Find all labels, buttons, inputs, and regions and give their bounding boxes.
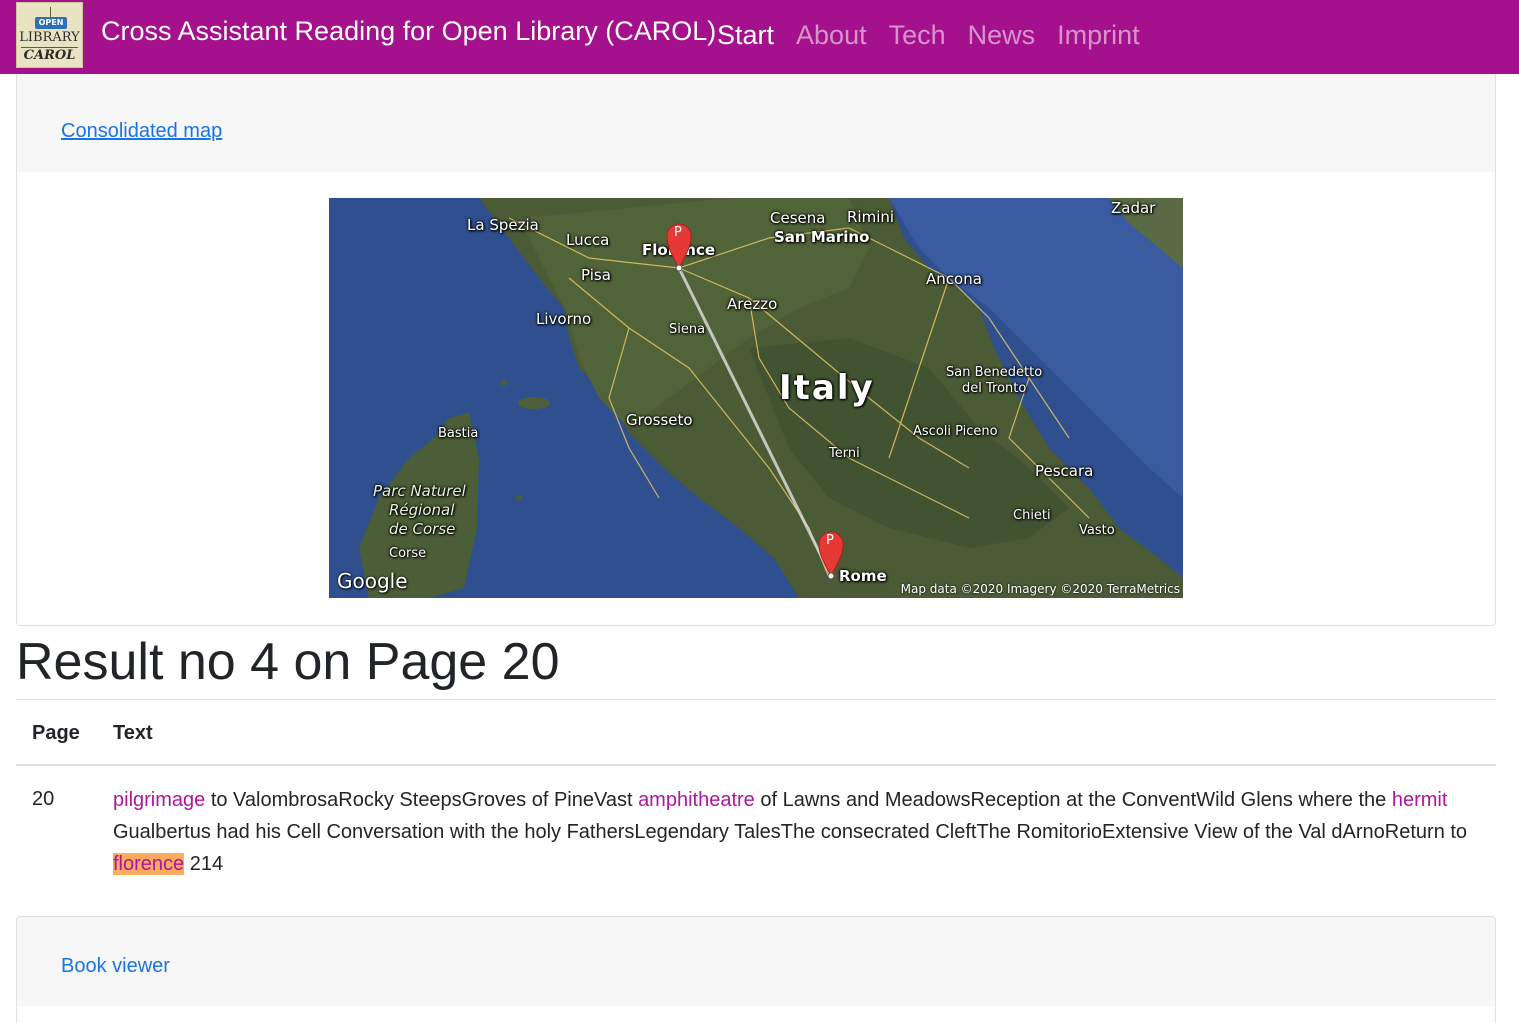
map-label-florence: Florence bbox=[642, 241, 716, 259]
map-label-lucca: Lucca bbox=[566, 231, 610, 249]
map-attribution[interactable]: Map data ©2020 Imagery ©2020 TerraMetric… bbox=[901, 582, 1180, 596]
logo-library-text: LIBRARY bbox=[19, 30, 80, 45]
map-label-parc-2: Régional bbox=[389, 501, 455, 519]
google-logo[interactable]: Google bbox=[337, 569, 408, 593]
map-label-pisa: Pisa bbox=[581, 266, 611, 284]
carol-logo[interactable]: OPEN LIBRARY CAROL bbox=[16, 2, 83, 68]
map-label-livorno: Livorno bbox=[536, 310, 592, 328]
map-label-san-marino: San Marino bbox=[774, 228, 870, 246]
consolidated-map-link[interactable]: Consolidated map bbox=[61, 120, 222, 143]
nav-link-tech[interactable]: Tech bbox=[889, 20, 946, 51]
text-segment: of Lawns and MeadowsReception at the Con… bbox=[754, 789, 1392, 811]
table-row: 20 pilgrimage to ValombrosaRocky SteepsG… bbox=[16, 766, 1496, 886]
map-label-la-spezia: La Spezia bbox=[467, 216, 539, 234]
marker-rome-letter: P bbox=[826, 533, 834, 548]
map-label-san-benedetto-1: San Benedetto bbox=[946, 365, 1043, 380]
cell-page-number: 20 bbox=[32, 788, 55, 810]
map-label-rimini: Rimini bbox=[847, 208, 895, 226]
keyword-pilgrimage[interactable]: pilgrimage bbox=[113, 789, 205, 811]
keyword-hermit[interactable]: hermit bbox=[1392, 789, 1448, 811]
map-label-corse: Corse bbox=[389, 546, 427, 561]
result-heading: Result no 4 on Page 20 bbox=[16, 633, 560, 691]
logo-open-tag: OPEN bbox=[35, 17, 67, 29]
map-label-siena: Siena bbox=[669, 322, 706, 337]
map-card-header: Consolidated map bbox=[16, 74, 1496, 173]
map-label-arezzo: Arezzo bbox=[727, 295, 778, 313]
text-segment: Gualbertus had his Cell Conversation wit… bbox=[113, 821, 1468, 843]
column-header-text: Text bbox=[113, 722, 153, 744]
map-label-terni: Terni bbox=[829, 446, 860, 461]
results-table-header: Page Text bbox=[16, 700, 1496, 766]
map-label-ascoli: Ascoli Piceno bbox=[913, 424, 998, 439]
map-label-grosseto: Grosseto bbox=[626, 411, 693, 429]
static-map[interactable]: La Spezia Lucca Florence Pisa Livorno Si… bbox=[329, 198, 1183, 598]
map-label-pescara: Pescara bbox=[1035, 462, 1094, 480]
cell-text: pilgrimage to ValombrosaRocky SteepsGrov… bbox=[113, 784, 1473, 880]
keyword-amphitheatre[interactable]: amphitheatre bbox=[638, 789, 755, 811]
logo-carol-text: CAROL bbox=[23, 48, 76, 63]
column-header-page: Page bbox=[32, 722, 80, 744]
viewer-card-body bbox=[16, 1006, 1496, 1023]
nav-link-start[interactable]: Start bbox=[717, 20, 774, 51]
map-label-zadar: Zadar bbox=[1111, 199, 1156, 217]
book-viewer-link[interactable]: Book viewer bbox=[61, 955, 170, 978]
text-segment: 214 bbox=[184, 853, 224, 875]
marker-florence-letter: P bbox=[674, 225, 682, 240]
map-label-cesena: Cesena bbox=[770, 209, 826, 227]
navbar: OPEN LIBRARY CAROL Cross Assistant Readi… bbox=[0, 0, 1519, 74]
nav-links: Start About Tech News Imprint bbox=[717, 20, 1162, 51]
map-label-parc-1: Parc Naturel bbox=[373, 482, 466, 500]
keyword-florence-highlighted[interactable]: florence bbox=[113, 853, 185, 875]
map-label-ancona: Ancona bbox=[926, 270, 982, 288]
map-label-parc-3: de Corse bbox=[389, 520, 456, 538]
text-segment: to ValombrosaRocky SteepsGroves of PineV… bbox=[205, 789, 639, 811]
site-title[interactable]: Cross Assistant Reading for Open Library… bbox=[101, 16, 716, 47]
nav-link-news[interactable]: News bbox=[968, 20, 1036, 51]
map-label-san-benedetto-2: del Tronto bbox=[962, 381, 1027, 396]
nav-link-about[interactable]: About bbox=[796, 20, 867, 51]
map-label-rome: Rome bbox=[839, 567, 887, 585]
viewer-card-header: Book viewer bbox=[16, 916, 1496, 1007]
map-terrain bbox=[329, 198, 1183, 598]
logo-string bbox=[50, 7, 51, 17]
map-label-italy: Italy bbox=[779, 368, 875, 408]
map-label-vasto: Vasto bbox=[1079, 523, 1115, 538]
nav-link-imprint[interactable]: Imprint bbox=[1057, 20, 1140, 51]
map-label-chieti: Chieti bbox=[1013, 508, 1051, 523]
map-label-bastia: Bastia bbox=[438, 426, 479, 441]
